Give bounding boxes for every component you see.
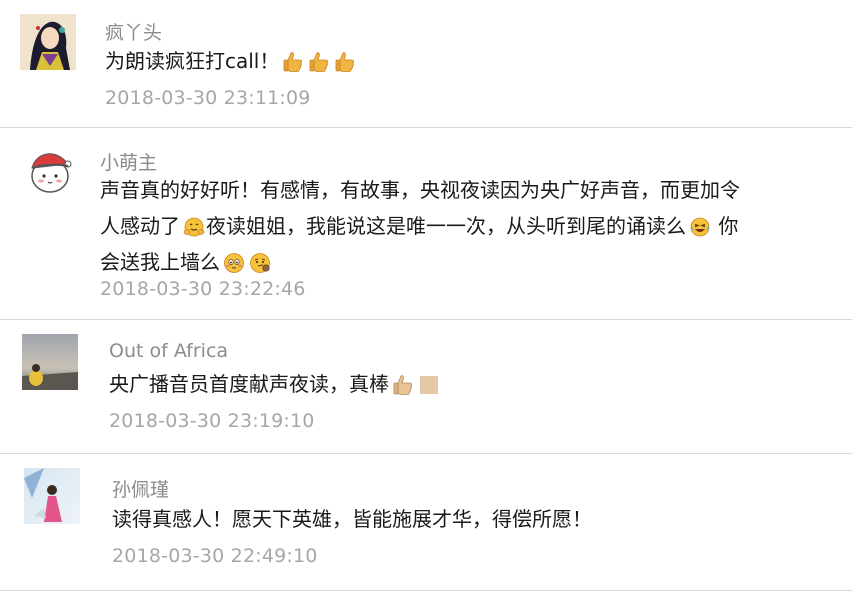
comment-text-body: 央广播音员首度献声夜读，真棒 bbox=[109, 372, 389, 396]
comment-item: Out of Africa 央广播音员首度献声夜读，真棒 2018-03-30 … bbox=[0, 320, 852, 454]
comment-text-line: 声音真的好好听！有感情，有故事，央视夜读因为央广好声音，而更加令 bbox=[100, 178, 740, 202]
comment-item: 小萌主 声音真的好好听！有感情，有故事，央视夜读因为央广好声音，而更加令 人感动… bbox=[0, 128, 852, 320]
thinking-icon bbox=[248, 251, 272, 275]
divider bbox=[0, 590, 852, 591]
thumbs-up-icon bbox=[281, 50, 305, 74]
comment-timestamp: 2018-03-30 23:22:46 bbox=[100, 278, 306, 300]
thumbs-up-icon bbox=[391, 373, 415, 397]
avatar[interactable] bbox=[22, 142, 78, 198]
commenter-name[interactable]: Out of Africa bbox=[109, 340, 228, 362]
comment-list: 疯丫头 为朗读疯狂打call！ 2018-03-30 23:11:09 小萌主 … bbox=[0, 0, 852, 598]
comment-timestamp: 2018-03-30 22:49:10 bbox=[112, 545, 318, 567]
comment-text-fragment: 会送我上墙么 bbox=[100, 250, 220, 274]
comment-timestamp: 2018-03-30 23:19:10 bbox=[109, 410, 315, 432]
blushing-icon bbox=[222, 251, 246, 275]
skin-tone-swatch-icon bbox=[417, 373, 441, 397]
comment-text-fragment: 夜读姐姐，我能说这是唯一一次，从头听到尾的诵读么 bbox=[206, 214, 686, 238]
comment-text-fragment: 人感动了 bbox=[100, 214, 180, 238]
thumbs-up-icon bbox=[307, 50, 331, 74]
comment-text: 读得真感人！愿天下英雄，皆能施展才华，得偿所愿！ bbox=[112, 507, 592, 531]
comment-text-line: 人感动了 夜读姐姐，我能说这是唯一一次，从头听到尾的诵读么 你 bbox=[100, 208, 740, 244]
commenter-name[interactable]: 小萌主 bbox=[100, 148, 157, 175]
commenter-name[interactable]: 疯丫头 bbox=[105, 18, 162, 45]
comment-text: 为朗读疯狂打call！ bbox=[105, 43, 357, 79]
avatar[interactable] bbox=[20, 14, 76, 70]
comment-text: 声音真的好好听！有感情，有故事，央视夜读因为央广好声音，而更加令 人感动了 夜读姐… bbox=[100, 172, 740, 280]
avatar[interactable] bbox=[22, 334, 78, 390]
thumbs-up-icon bbox=[333, 50, 357, 74]
laughing-tears-icon bbox=[688, 215, 712, 239]
hug-icon bbox=[182, 215, 206, 239]
comment-timestamp: 2018-03-30 23:11:09 bbox=[105, 87, 311, 109]
comment-text: 央广播音员首度献声夜读，真棒 bbox=[109, 366, 441, 402]
comment-item: 疯丫头 为朗读疯狂打call！ 2018-03-30 23:11:09 bbox=[0, 0, 852, 128]
comment-text-fragment: 你 bbox=[712, 214, 739, 238]
comment-text-body: 为朗读疯狂打call！ bbox=[105, 49, 280, 73]
commenter-name[interactable]: 孙佩瑾 bbox=[112, 475, 169, 502]
comment-item: 孙佩瑾 读得真感人！愿天下英雄，皆能施展才华，得偿所愿！ 2018-03-30 … bbox=[0, 454, 852, 598]
avatar[interactable] bbox=[24, 468, 80, 524]
comment-text-line: 会送我上墙么 bbox=[100, 244, 740, 280]
